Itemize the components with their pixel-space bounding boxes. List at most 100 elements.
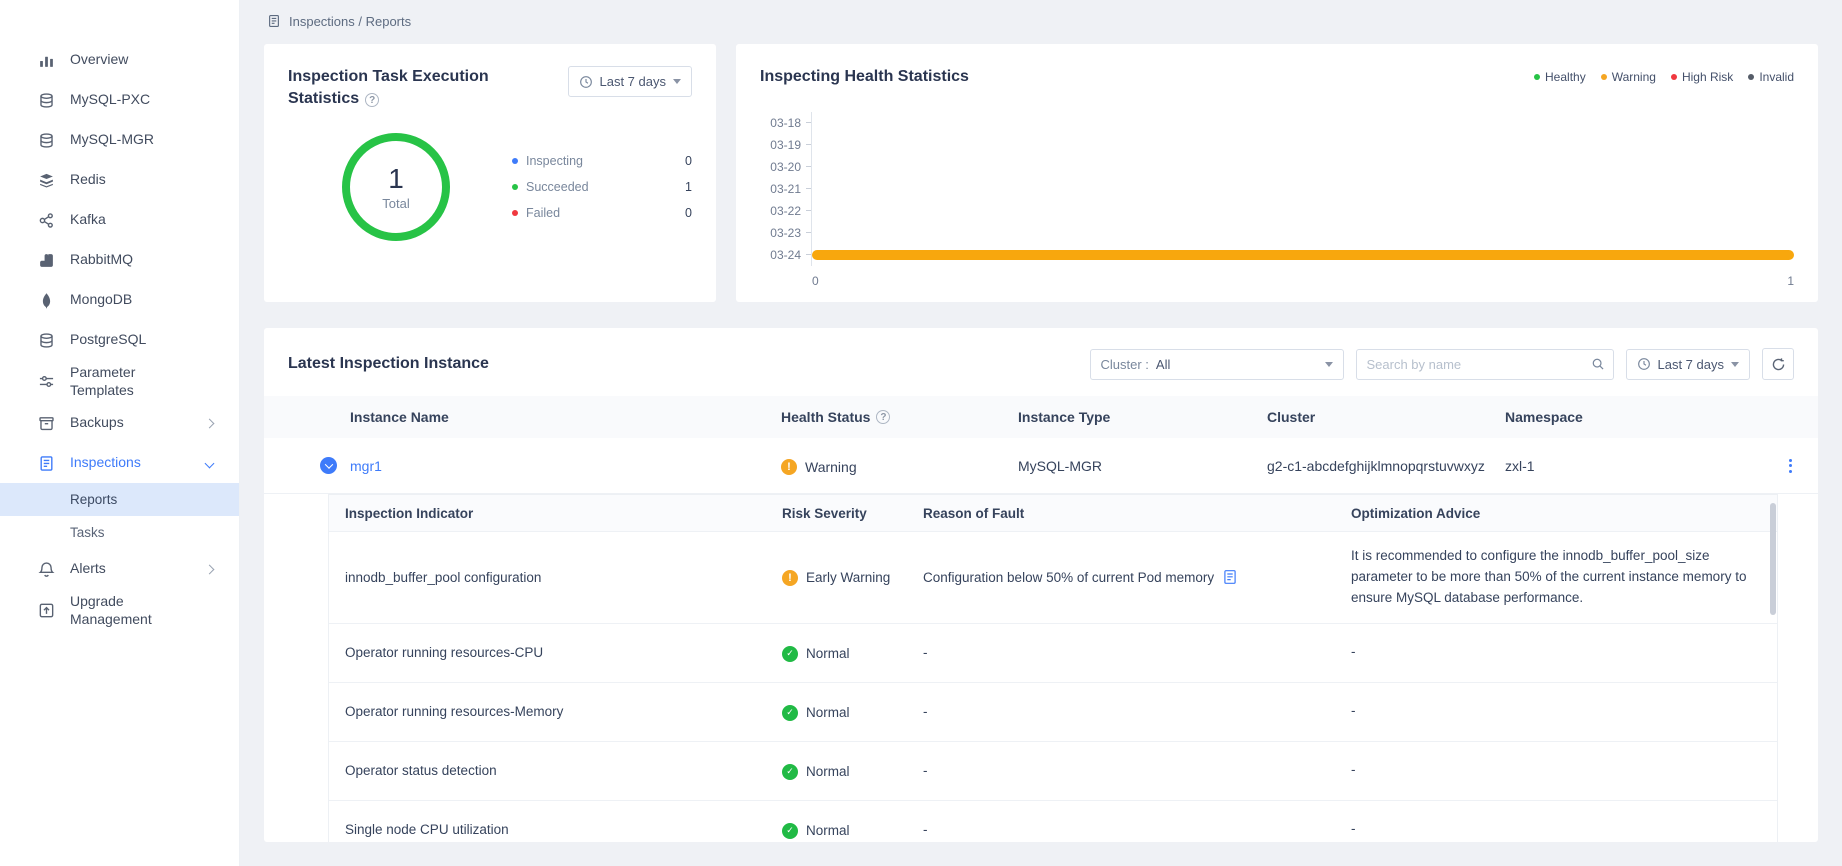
health-chart-row: 03-22 bbox=[760, 200, 1794, 222]
sliders-icon bbox=[38, 373, 55, 390]
sidebar-item-overview[interactable]: Overview bbox=[0, 40, 239, 80]
detail-row: Single node CPU utilization Normal - - bbox=[329, 800, 1777, 842]
inspection-detail-table: Inspection Indicator Risk Severity Reaso… bbox=[328, 494, 1778, 842]
chevron-down-icon bbox=[324, 460, 332, 468]
sidebar-item-mysql-pxc[interactable]: MySQL-PXC bbox=[0, 80, 239, 120]
sidebar: Overview MySQL-PXC MySQL-MGR Redis Kafka… bbox=[0, 0, 240, 866]
health-chart-row: 03-18 bbox=[760, 112, 1794, 134]
health-chart-row: 03-23 bbox=[760, 222, 1794, 244]
fault-reason: - bbox=[923, 822, 928, 837]
optimization-advice: - bbox=[1351, 762, 1356, 777]
chevron-right-icon bbox=[205, 418, 215, 428]
severity-label: Normal bbox=[806, 823, 850, 838]
time-filter-dropdown[interactable]: Last 7 days bbox=[568, 66, 693, 97]
card-title: Inspection Task Execution Statistics bbox=[288, 66, 514, 109]
risk-severity: Normal bbox=[782, 646, 850, 662]
donut-total-value: 1 bbox=[388, 163, 404, 195]
sidebar-item-reports[interactable]: Reports bbox=[0, 483, 239, 516]
fault-reason: - bbox=[923, 763, 928, 778]
cluster-filter-value: All bbox=[1156, 357, 1170, 372]
warning-icon bbox=[781, 459, 797, 475]
cluster-filter-dropdown[interactable]: Cluster : All bbox=[1090, 349, 1344, 380]
severity-label: Normal bbox=[806, 705, 850, 720]
database-icon bbox=[38, 92, 55, 109]
risk-severity: Normal bbox=[782, 823, 850, 839]
chevron-down-icon bbox=[1325, 362, 1333, 367]
cluster-name: g2-c1-abcdefghijklmnopqrstuvwxyz bbox=[1267, 458, 1505, 474]
refresh-button[interactable] bbox=[1762, 348, 1794, 380]
scrollbar-thumb[interactable] bbox=[1770, 503, 1776, 615]
health-chart-row: 03-21 bbox=[760, 178, 1794, 200]
chevron-down-icon bbox=[673, 79, 681, 84]
clock-icon bbox=[1637, 357, 1651, 371]
cluster-filter-label: Cluster : bbox=[1101, 357, 1149, 372]
indicator-name: innodb_buffer_pool configuration bbox=[345, 570, 541, 585]
time-filter-value: Last 7 days bbox=[1658, 357, 1725, 372]
report-doc-icon[interactable] bbox=[1222, 569, 1238, 585]
sidebar-item-redis[interactable]: Redis bbox=[0, 160, 239, 200]
clock-icon bbox=[579, 75, 593, 89]
sidebar-item-rabbitmq[interactable]: RabbitMQ bbox=[0, 240, 239, 280]
x-tick-min: 0 bbox=[812, 274, 819, 288]
health-chart-rows: 03-1803-1903-2003-2103-2203-2303-24 bbox=[760, 112, 1794, 266]
sidebar-item-backups[interactable]: Backups bbox=[0, 403, 239, 443]
main-area: Inspections / Reports Inspection Task Ex… bbox=[240, 0, 1842, 866]
y-axis-label: 03-24 bbox=[760, 248, 806, 262]
donut-legend: Inspecting 0 Succeeded 1 Failed bbox=[512, 154, 692, 220]
collapse-row-button[interactable] bbox=[320, 457, 337, 474]
bar-track bbox=[811, 222, 1794, 244]
sidebar-item-alerts[interactable]: Alerts bbox=[0, 549, 239, 589]
column-header: Optimization Advice bbox=[1335, 506, 1777, 521]
y-axis-label: 03-23 bbox=[760, 226, 806, 240]
sidebar-item-inspections[interactable]: Inspections bbox=[0, 443, 239, 483]
health-bar-chart: 03-1803-1903-2003-2103-2203-2303-24 0 1 bbox=[760, 112, 1794, 288]
x-axis-labels: 0 1 bbox=[812, 274, 1794, 288]
search-input[interactable] bbox=[1367, 357, 1584, 372]
time-filter-dropdown[interactable]: Last 7 days bbox=[1626, 349, 1751, 380]
legend-item-succeeded: Succeeded 1 bbox=[512, 180, 692, 194]
instance-table-header: Instance Name Health Status Instance Typ… bbox=[264, 396, 1818, 438]
legend-item-failed: Failed 0 bbox=[512, 206, 692, 220]
leaf-icon bbox=[38, 292, 55, 309]
risk-severity: Normal bbox=[782, 764, 850, 780]
fault-reason: - bbox=[923, 704, 928, 719]
search-icon[interactable] bbox=[1591, 357, 1605, 371]
bar-track bbox=[811, 156, 1794, 178]
column-header: Risk Severity bbox=[766, 506, 907, 521]
bar-track bbox=[811, 178, 1794, 200]
legend-item-inspecting: Inspecting 0 bbox=[512, 154, 692, 168]
optimization-advice: - bbox=[1351, 644, 1356, 659]
page-content: Inspection Task Execution Statistics Las… bbox=[240, 42, 1842, 866]
instance-name-link[interactable]: mgr1 bbox=[350, 458, 382, 474]
warning-icon bbox=[782, 570, 798, 586]
card-title: Inspecting Health Statistics bbox=[760, 66, 969, 88]
health-statistics-card: Inspecting Health Statistics Healthy War… bbox=[736, 44, 1818, 302]
row-actions-menu[interactable] bbox=[1785, 455, 1796, 477]
help-icon[interactable] bbox=[876, 410, 890, 424]
sidebar-item-kafka[interactable]: Kafka bbox=[0, 200, 239, 240]
legend-item-invalid: Invalid bbox=[1748, 70, 1794, 84]
inspections-submenu: Reports Tasks bbox=[0, 483, 239, 549]
legend-dot bbox=[1534, 74, 1540, 80]
legend-dot bbox=[512, 210, 518, 216]
detail-rows: innodb_buffer_pool configuration Early W… bbox=[329, 531, 1777, 842]
legend-dot bbox=[1601, 74, 1607, 80]
donut-total-label: Total bbox=[382, 196, 409, 211]
sidebar-item-mongodb[interactable]: MongoDB bbox=[0, 280, 239, 320]
column-header: Namespace bbox=[1505, 409, 1762, 425]
chevron-down-icon bbox=[1731, 362, 1739, 367]
legend-item-warning: Warning bbox=[1601, 70, 1656, 84]
sidebar-item-mysql-mgr[interactable]: MySQL-MGR bbox=[0, 120, 239, 160]
chevron-down-icon bbox=[205, 458, 215, 468]
detail-row: Operator running resources-CPU Normal - … bbox=[329, 623, 1777, 682]
y-axis-label: 03-22 bbox=[760, 204, 806, 218]
sidebar-item-parameter-templates[interactable]: Parameter Templates bbox=[0, 360, 239, 403]
help-icon[interactable] bbox=[365, 93, 379, 107]
sidebar-item-tasks[interactable]: Tasks bbox=[0, 516, 239, 549]
sidebar-item-upgrade-management[interactable]: Upgrade Management bbox=[0, 589, 239, 632]
indicator-name: Single node CPU utilization bbox=[345, 822, 509, 837]
sidebar-item-postgresql[interactable]: PostgreSQL bbox=[0, 320, 239, 360]
upgrade-icon bbox=[38, 602, 55, 619]
indicator-name: Operator running resources-Memory bbox=[345, 704, 563, 719]
database-icon bbox=[38, 132, 55, 149]
